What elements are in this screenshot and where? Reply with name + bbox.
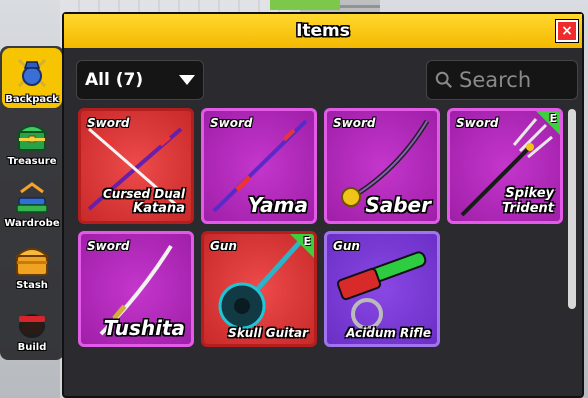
sidebar-item-label: Treasure: [7, 156, 57, 167]
backpack-icon: [17, 58, 47, 88]
item-type: Gun: [333, 239, 360, 253]
filter-label: All (7): [85, 70, 144, 90]
item-card-spikey-trident[interactable]: E Sword Spikey Trident: [447, 108, 563, 224]
background-grass: [270, 0, 340, 10]
item-card-skull-guitar[interactable]: E Gun Skull Guitar: [201, 231, 317, 347]
sidebar-item-stash[interactable]: Stash: [2, 234, 62, 294]
item-name: Tushita: [103, 316, 185, 340]
item-type: Sword: [456, 116, 499, 130]
equipped-label: E: [549, 112, 557, 125]
item-card-tushita[interactable]: Sword Tushita: [78, 231, 194, 347]
scrollbar[interactable]: [568, 109, 576, 309]
item-name: Cursed Dual Katana: [103, 187, 185, 217]
equipped-badge: [290, 234, 314, 258]
close-button[interactable]: ×: [555, 19, 579, 43]
item-name: Yama: [248, 193, 308, 217]
sidebar-item-treasure[interactable]: Treasure: [2, 110, 62, 170]
treasure-icon: [16, 125, 48, 151]
item-card-cursed-dual-katana[interactable]: Sword Cursed Dual Katana: [78, 108, 194, 224]
item-type: Sword: [333, 116, 376, 130]
build-icon: [19, 314, 45, 338]
sidebar-item-build[interactable]: Build: [2, 296, 62, 356]
wardrobe-icon: [16, 182, 48, 213]
equipped-badge: [536, 111, 560, 135]
item-name: Spikey Trident: [502, 186, 554, 217]
item-type: Gun: [210, 239, 237, 253]
sidebar: Backpack Treasure Wardrobe Stash Build: [0, 46, 64, 360]
search-input[interactable]: [459, 68, 569, 92]
equipped-label: E: [303, 235, 311, 248]
close-icon: ×: [561, 23, 573, 39]
item-name-line2: Trident: [502, 201, 554, 217]
item-name: Skull Guitar: [228, 325, 308, 340]
sidebar-item-label: Backpack: [5, 94, 59, 105]
title-bar: Items ×: [64, 14, 582, 48]
item-name-line1: Spikey: [505, 185, 554, 201]
sidebar-item-label: Wardrobe: [4, 218, 60, 229]
sidebar-item-label: Stash: [16, 280, 48, 291]
item-type: Sword: [87, 116, 130, 130]
sidebar-item-wardrobe[interactable]: Wardrobe: [2, 172, 62, 232]
search-box[interactable]: [426, 60, 578, 100]
sidebar-item-label: Build: [17, 342, 47, 353]
item-type: Sword: [87, 239, 130, 253]
item-card-yama[interactable]: Sword Yama: [201, 108, 317, 224]
item-name-line2: Katana: [133, 201, 185, 217]
item-type: Sword: [210, 116, 253, 130]
item-name: Acidum Rifle: [346, 325, 431, 340]
search-icon: [435, 71, 452, 88]
filter-dropdown[interactable]: All (7): [76, 60, 204, 100]
item-name: Saber: [365, 193, 431, 217]
items-window: Items × All (7) Sword Cursed Dual Katana: [62, 12, 584, 398]
item-card-saber[interactable]: Sword Saber: [324, 108, 440, 224]
stash-icon: [14, 248, 50, 276]
sidebar-item-backpack[interactable]: Backpack: [2, 48, 62, 108]
item-name-line1: Cursed Dual: [102, 187, 185, 202]
window-title: Items: [296, 21, 350, 41]
item-card-acidum-rifle[interactable]: Gun Acidum Rifle: [324, 231, 440, 347]
chevron-down-icon: [179, 75, 195, 85]
